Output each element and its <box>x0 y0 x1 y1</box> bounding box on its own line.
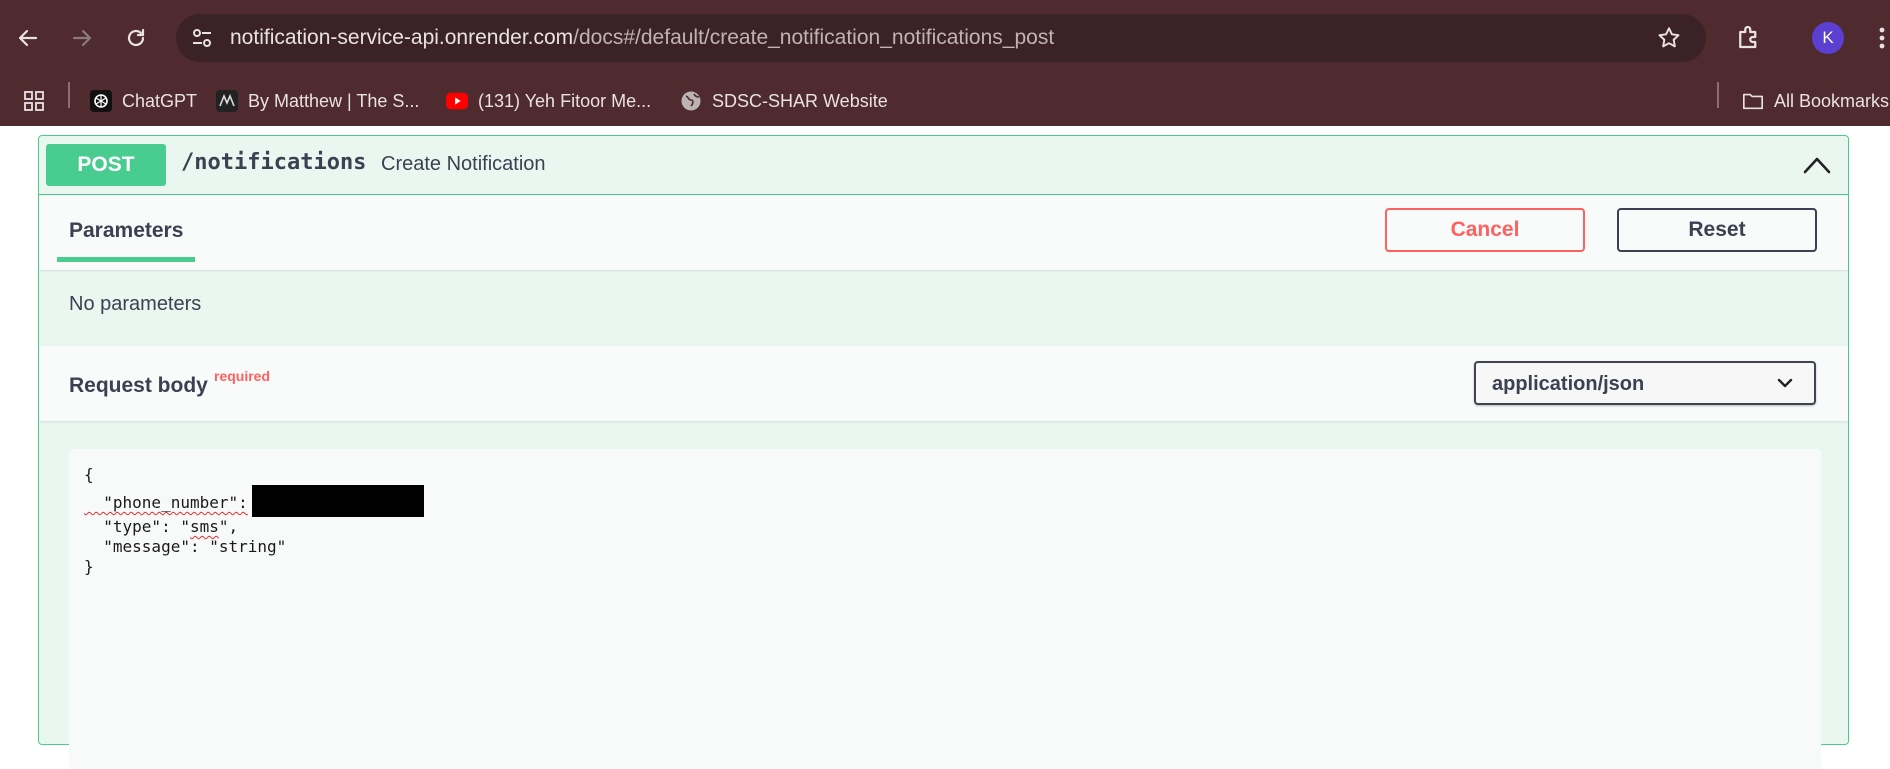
endpoint-path: /notifications <box>181 150 367 175</box>
operation-summary[interactable]: POST /notifications Create Notification <box>39 136 1848 195</box>
type-key: "type": " <box>84 517 190 536</box>
chevron-up-icon[interactable] <box>1802 152 1832 178</box>
content-type-select[interactable]: application/json <box>1474 361 1816 405</box>
forward-button[interactable] <box>62 18 102 58</box>
browser-chrome: notification-service-api.onrender.com/do… <box>0 0 1890 126</box>
phone-key: "phone_number": <box>84 493 248 512</box>
operation-description: Create Notification <box>381 153 546 175</box>
chatgpt-icon <box>90 90 112 112</box>
reload-button[interactable] <box>116 18 156 58</box>
request-body-title: Request body <box>69 374 208 397</box>
folder-icon <box>1742 90 1764 112</box>
youtube-icon <box>446 90 468 112</box>
bookmark-youtube[interactable]: (131) Yeh Fitoor Me... <box>446 88 651 114</box>
bookmark-matthew[interactable]: By Matthew | The S... <box>216 88 419 114</box>
redacted-value <box>251 485 424 517</box>
bookmark-chatgpt[interactable]: ChatGPT <box>90 88 197 114</box>
type-suffix: ", <box>218 517 239 536</box>
all-bookmarks-button[interactable]: All Bookmarks <box>1742 88 1889 114</box>
site-settings-icon[interactable] <box>190 26 214 50</box>
no-parameters-text: No parameters <box>69 293 202 315</box>
arrow-right-icon <box>72 29 92 47</box>
reload-icon <box>127 28 145 47</box>
extensions-icon[interactable] <box>1734 22 1764 52</box>
code-line-open: { <box>84 465 94 484</box>
profile-avatar[interactable]: K <box>1812 22 1844 54</box>
required-label: required <box>214 368 271 384</box>
bookmark-star-icon[interactable] <box>1656 25 1682 51</box>
site-icon <box>216 90 238 112</box>
tab-parameters[interactable]: Parameters <box>69 219 183 243</box>
post-operation-block: POST /notifications Create Notification … <box>38 135 1849 769</box>
code-line-message: "message": "string" <box>84 537 287 556</box>
code-line-type: "type": "sms", <box>84 517 238 536</box>
back-button[interactable] <box>8 18 48 58</box>
reset-button[interactable]: Reset <box>1617 208 1817 252</box>
request-body-header: Request body required application/json <box>39 346 1848 421</box>
bookmarks-divider <box>68 82 70 108</box>
bookmark-label: (131) Yeh Fitoor Me... <box>478 90 652 111</box>
url-path: /docs#/default/create_notification_notif… <box>573 26 1055 49</box>
browser-toolbar: notification-service-api.onrender.com/do… <box>0 0 1890 76</box>
content-type-value: application/json <box>1492 373 1645 395</box>
active-tab-indicator <box>57 257 195 262</box>
more-menu-icon[interactable] <box>1874 22 1890 54</box>
bookmark-label: ChatGPT <box>122 90 198 111</box>
all-bookmarks-label: All Bookmarks <box>1774 90 1890 111</box>
bookmarks-divider <box>1717 82 1719 108</box>
bookmark-sdsc[interactable]: SDSC-SHAR Website <box>680 88 888 114</box>
apps-button[interactable] <box>22 88 46 114</box>
apps-grid-icon <box>24 91 44 111</box>
bookmark-label: By Matthew | The S... <box>248 90 420 111</box>
bookmark-label: SDSC-SHAR Website <box>712 90 888 111</box>
globe-icon <box>680 90 702 112</box>
cancel-button[interactable]: Cancel <box>1385 208 1585 252</box>
json-code[interactable]: { "phone_number": "type": "sms", "messag… <box>84 465 424 577</box>
arrow-left-icon <box>18 29 38 47</box>
code-line-phone: "phone_number": <box>84 485 424 517</box>
address-bar[interactable]: notification-service-api.onrender.com/do… <box>176 14 1706 62</box>
chevron-down-icon <box>1777 378 1793 388</box>
http-method-badge: POST <box>46 144 166 186</box>
url-host: notification-service-api.onrender.com <box>230 26 574 49</box>
parameters-header: Parameters Cancel Reset <box>39 195 1848 270</box>
type-value: sms <box>189 517 219 536</box>
code-line-close: } <box>84 557 94 576</box>
request-body-editor[interactable]: { "phone_number": "type": "sms", "messag… <box>69 449 1821 769</box>
bookmarks-bar: ChatGPT By Matthew | The S... (131) Yeh … <box>0 76 1890 126</box>
url-text[interactable]: notification-service-api.onrender.com/do… <box>230 26 1054 50</box>
